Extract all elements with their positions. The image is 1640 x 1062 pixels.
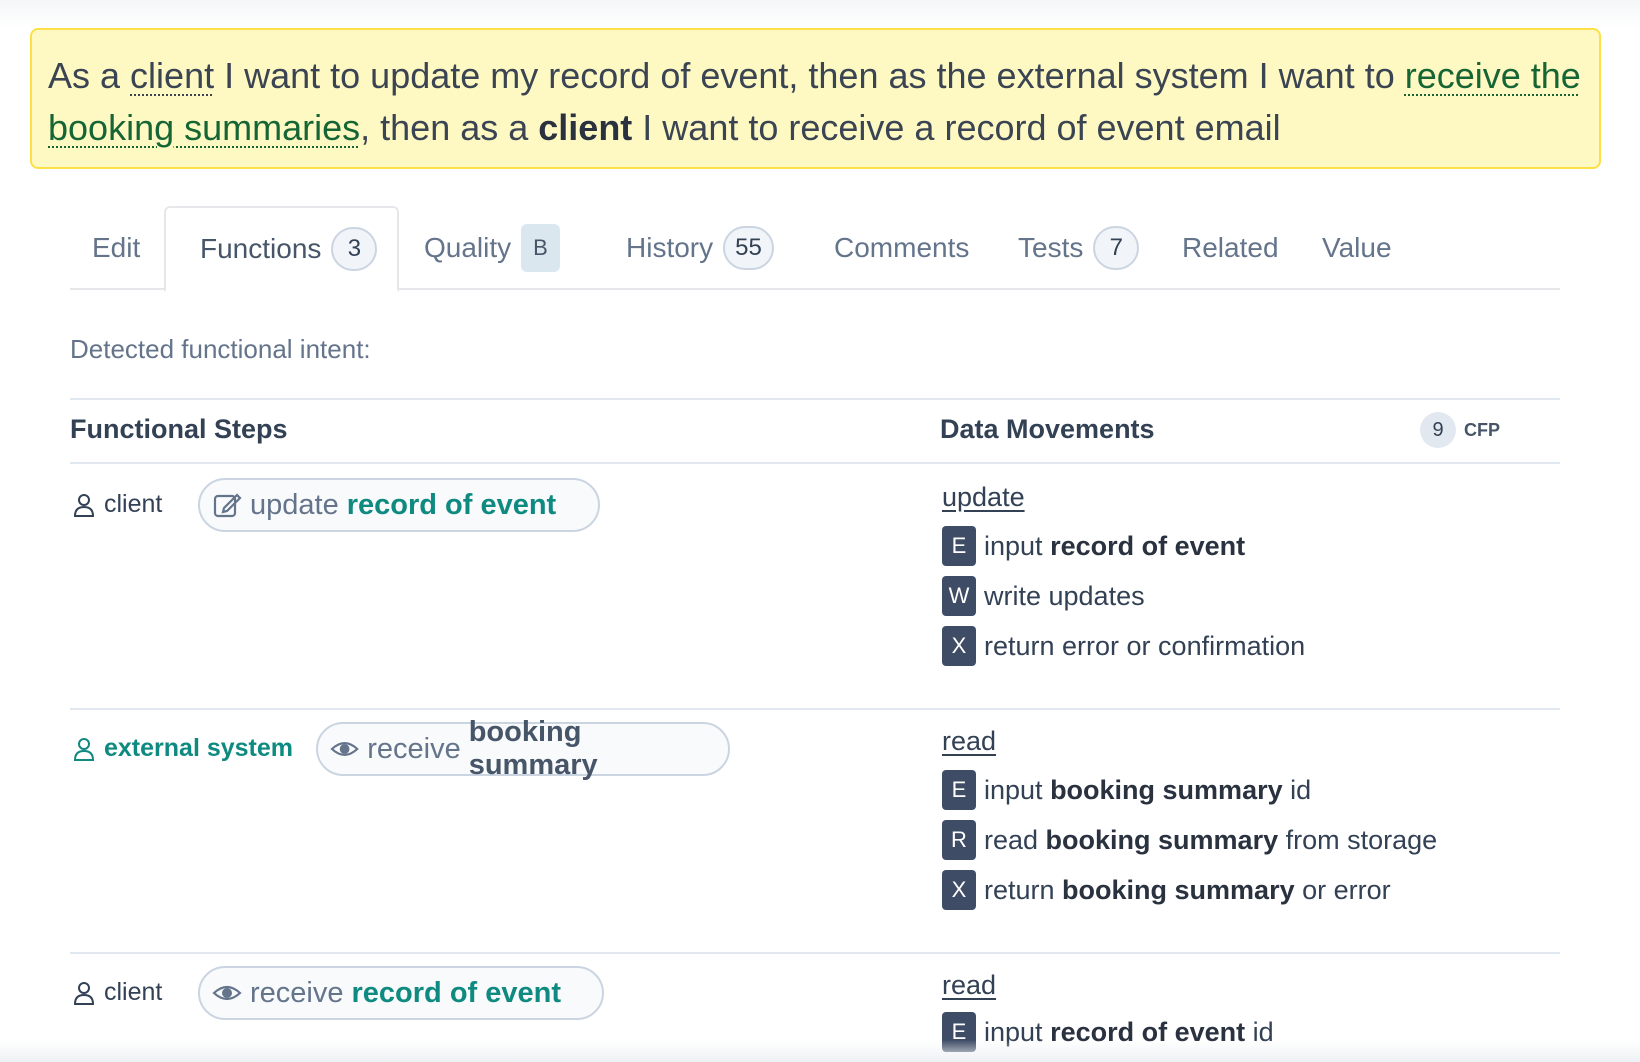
movement-text: return error or confirmation xyxy=(984,630,1306,661)
movement-object: booking summary xyxy=(1050,774,1283,805)
movement-group-update[interactable]: update xyxy=(942,482,1025,513)
tab-label: History xyxy=(626,232,714,263)
movement-entry: E input record of event xyxy=(942,526,1245,566)
movement-object: booking summary xyxy=(1045,824,1279,855)
movement-text: input xyxy=(984,530,1051,561)
tab-label: Functions xyxy=(200,233,322,264)
movement-read: R read booking summary from storage xyxy=(942,820,1437,860)
step-verb: receive xyxy=(250,976,344,1009)
user-icon xyxy=(73,737,95,761)
story-text-2: I want to update my record of event, the… xyxy=(214,55,1405,96)
movement-group-read[interactable]: read xyxy=(942,970,996,1001)
divider xyxy=(70,708,1560,710)
movement-group-read[interactable]: read xyxy=(942,726,996,757)
movement-text: id xyxy=(1282,774,1312,805)
step-2-actor[interactable]: external system xyxy=(72,734,293,763)
step-3-button[interactable]: receive record of event xyxy=(198,966,604,1020)
tab-quality[interactable]: Quality B xyxy=(424,206,560,290)
movement-type-badge: W xyxy=(942,576,976,616)
movement-entry: E input booking summary id xyxy=(942,770,1311,810)
step-object: record of event xyxy=(346,488,557,521)
tab-bar: Edit Functions 3 Quality B History 55 Co… xyxy=(70,206,1560,292)
actor-name: client xyxy=(104,978,163,1006)
quality-grade-badge: B xyxy=(521,224,560,272)
user-icon xyxy=(73,493,95,517)
story-actor-client-link[interactable]: client xyxy=(130,55,214,96)
movement-text: write updates xyxy=(984,580,1145,611)
movement-text: from storage xyxy=(1278,824,1438,855)
tab-tests[interactable]: Tests 7 xyxy=(1018,206,1140,290)
movement-object: record of event xyxy=(1050,530,1246,561)
step-verb: update xyxy=(250,488,339,521)
edit-icon xyxy=(213,493,242,518)
step-1-button[interactable]: update record of event xyxy=(198,478,600,532)
divider xyxy=(70,952,1560,954)
movement-type-badge: X xyxy=(942,870,976,910)
actor-name: external system xyxy=(104,734,294,762)
movement-exit: X return booking summary or error xyxy=(942,870,1391,910)
bottom-shade xyxy=(0,1040,1640,1062)
tab-label: Related xyxy=(1182,232,1279,263)
tab-related[interactable]: Related xyxy=(1182,206,1279,290)
story-text-4: I want to receive a record of event emai… xyxy=(632,107,1281,148)
story-actor-client: client xyxy=(538,107,633,148)
movement-text: input xyxy=(984,774,1051,805)
history-count-badge: 55 xyxy=(723,226,774,270)
movement-text: or error xyxy=(1294,874,1391,905)
user-icon xyxy=(73,981,95,1005)
movement-type-badge: E xyxy=(942,526,976,566)
movement-exit: X return error or confirmation xyxy=(942,626,1305,666)
functions-count-badge: 3 xyxy=(331,227,378,271)
tab-label: Tests xyxy=(1018,232,1084,263)
movement-type-badge: E xyxy=(942,770,976,810)
divider xyxy=(70,462,1560,464)
movement-text: read xyxy=(984,824,1046,855)
tab-edit[interactable]: Edit xyxy=(92,206,140,290)
tab-functions[interactable]: Functions 3 xyxy=(164,206,400,292)
tab-label: Quality xyxy=(424,232,512,263)
step-3-actor: client xyxy=(72,978,162,1007)
cfp-total: 9 CFP xyxy=(1420,412,1500,448)
tab-value[interactable]: Value xyxy=(1322,206,1392,290)
tests-count-badge: 7 xyxy=(1093,226,1140,270)
cfp-count: 9 xyxy=(1420,412,1456,448)
tab-label: Value xyxy=(1322,232,1392,263)
tab-label: Comments xyxy=(834,232,970,263)
detected-intent-label: Detected functional intent: xyxy=(70,334,371,364)
cfp-label: CFP xyxy=(1464,419,1500,440)
movement-text: return xyxy=(984,874,1063,905)
movement-object: booking summary xyxy=(1062,874,1295,905)
actor-name: client xyxy=(104,490,163,518)
eye-icon xyxy=(330,742,359,756)
user-story-banner: As a client I want to update my record o… xyxy=(30,28,1601,169)
step-verb: receive xyxy=(367,732,461,765)
tab-comments[interactable]: Comments xyxy=(834,206,969,290)
step-1-actor: client xyxy=(72,490,162,519)
data-movements-heading: Data Movements xyxy=(940,414,1155,444)
top-shade xyxy=(0,0,1640,28)
story-text-3: , then as a xyxy=(360,107,539,148)
eye-icon xyxy=(212,985,242,1001)
functional-steps-heading: Functional Steps xyxy=(70,414,288,444)
story-text-1: As a xyxy=(48,55,131,96)
movement-write: W write updates xyxy=(942,576,1145,616)
tab-label: Edit xyxy=(92,232,141,263)
step-object: record of event xyxy=(351,976,562,1009)
movement-type-badge: X xyxy=(942,626,976,666)
step-object: booking summary xyxy=(468,716,598,781)
divider xyxy=(70,398,1560,400)
tab-history[interactable]: History 55 xyxy=(626,206,774,290)
movement-type-badge: R xyxy=(942,820,976,860)
step-2-button[interactable]: receive booking summary xyxy=(316,716,730,781)
